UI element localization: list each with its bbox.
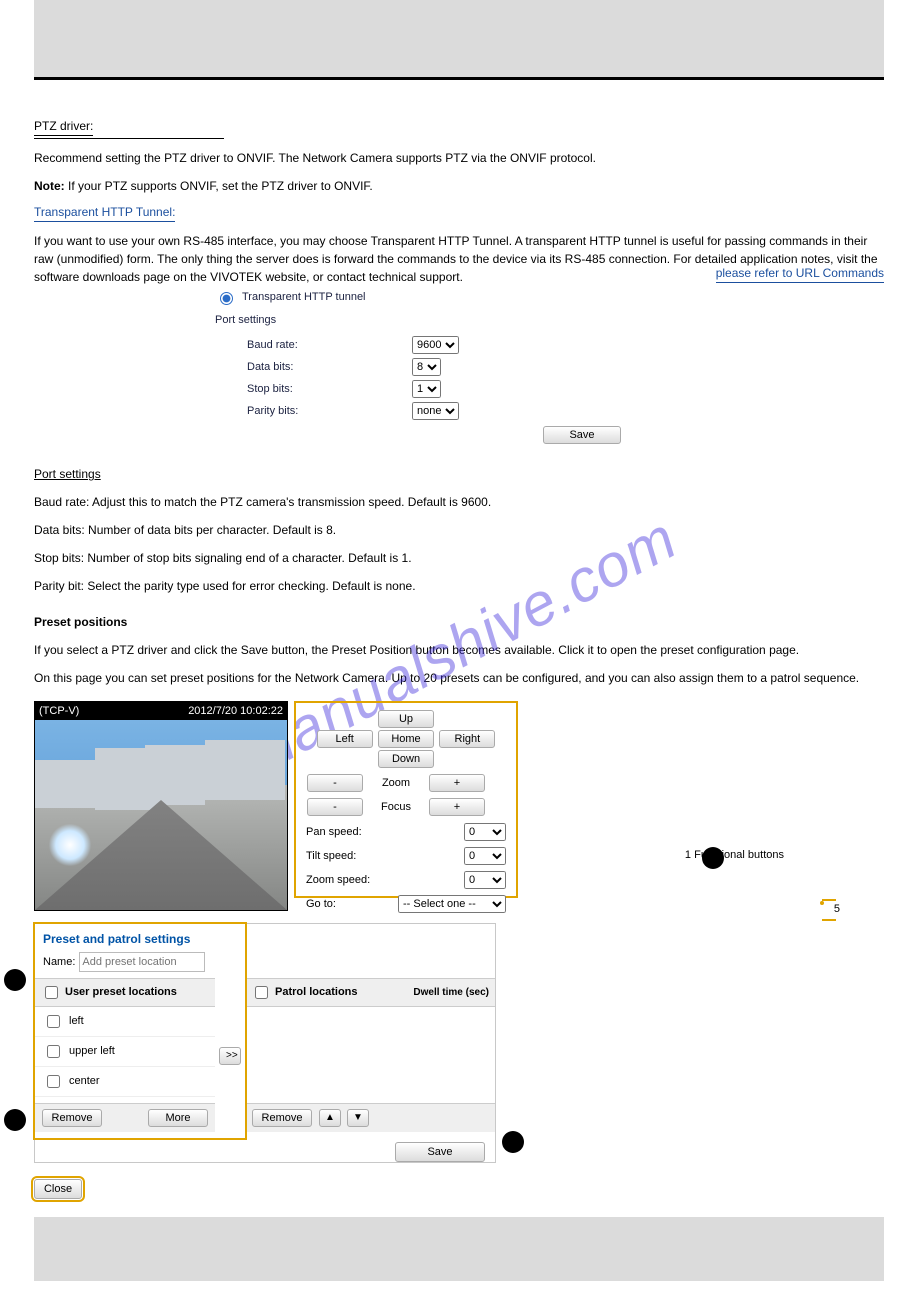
- transparent-tunnel-radio-label: Transparent HTTP tunnel: [242, 289, 366, 306]
- building-shape: [35, 760, 95, 808]
- stop-bits-select[interactable]: 1: [412, 380, 441, 398]
- divider: [34, 138, 224, 139]
- stop-bits-help: Stop bits: Number of stop bits signaling…: [34, 549, 884, 567]
- preset-name-label: Name:: [43, 954, 75, 971]
- preset-checkbox[interactable]: [47, 1015, 60, 1028]
- patrol-master-checkbox[interactable]: [255, 986, 268, 999]
- stop-bits-label: Stop bits:: [215, 381, 412, 398]
- section-ptz-driver: PTZ driver:: [34, 94, 884, 139]
- zoom-speed-label: Zoom speed:: [306, 872, 370, 889]
- remove-patrol-button[interactable]: Remove: [252, 1109, 312, 1127]
- parity-bits-select[interactable]: none: [412, 402, 459, 420]
- stream-mode-label: (TCP-V): [39, 703, 79, 720]
- transparent-tunnel-radio[interactable]: [220, 292, 233, 305]
- parity-bits-label: Parity bits:: [215, 403, 412, 420]
- left-button[interactable]: Left: [317, 730, 373, 748]
- url-commands-link[interactable]: please refer to URL Commands: [716, 264, 884, 283]
- user-preset-head: User preset locations: [65, 984, 177, 1001]
- header-grey-bar: [34, 0, 884, 80]
- callout-dot-3: [4, 1109, 26, 1131]
- tilt-speed-label: Tilt speed:: [306, 848, 356, 865]
- goto-select[interactable]: -- Select one --: [398, 895, 506, 913]
- building-shape: [145, 745, 205, 805]
- preset-item-label: upper left: [69, 1043, 115, 1060]
- live-preview: (TCP-V) 2012/7/20 10:02:22: [34, 701, 288, 911]
- baud-rate-select[interactable]: 9600: [412, 336, 459, 354]
- callout-dot-4: [502, 1131, 524, 1153]
- preset-item-label: center: [69, 1073, 100, 1090]
- ptz-driver-note: Note: If your PTZ supports ONVIF, set th…: [34, 177, 884, 195]
- zoom-out-button[interactable]: -: [307, 774, 363, 792]
- building-shape: [205, 740, 285, 800]
- preset-name-input[interactable]: [79, 952, 205, 972]
- preset-item-label: left: [69, 1013, 84, 1030]
- section-http-tunnel: Transparent HTTP Tunnel:: [34, 203, 884, 222]
- patrol-list: [245, 1007, 495, 1103]
- dwell-time-head: Dwell time (sec): [413, 985, 489, 1000]
- tilt-speed-select[interactable]: 0: [464, 847, 506, 865]
- remove-preset-button[interactable]: Remove: [42, 1109, 102, 1127]
- goto-label: Go to:: [306, 896, 336, 913]
- callout-text-1: 1 Functional buttons: [685, 847, 784, 864]
- transparent-tunnel-panel: Transparent HTTP tunnel Port settings Ba…: [34, 286, 584, 445]
- save-presets-button[interactable]: Save: [395, 1142, 485, 1162]
- move-down-button[interactable]: ▼: [347, 1109, 369, 1127]
- timestamp-label: 2012/7/20 10:02:22: [188, 703, 283, 720]
- direction-control-panel: Up Left Home Right Down - Zoom + - Focu: [294, 701, 518, 898]
- move-up-button[interactable]: ▲: [319, 1109, 341, 1127]
- baud-rate-label: Baud rate:: [215, 337, 412, 354]
- zoom-in-button[interactable]: +: [429, 774, 485, 792]
- preset-checkbox[interactable]: [47, 1045, 60, 1058]
- add-to-patrol-button[interactable]: >>: [219, 1047, 241, 1065]
- preset-intro-2: On this page you can set preset position…: [34, 669, 884, 687]
- down-button[interactable]: Down: [378, 750, 434, 768]
- callout-text-5: 5: [834, 901, 840, 918]
- preset-patrol-panel: Preset and patrol settings Name: User pr…: [34, 923, 496, 1163]
- note-prefix: Note:: [34, 179, 65, 193]
- data-bits-label: Data bits:: [215, 359, 412, 376]
- note-text: If your PTZ supports ONVIF, set the PTZ …: [65, 179, 373, 193]
- home-button[interactable]: Home: [378, 730, 434, 748]
- http-tunnel-title: Transparent HTTP Tunnel:: [34, 203, 175, 222]
- port-settings-heading: Port settings: [34, 465, 884, 483]
- more-preset-button[interactable]: More: [148, 1109, 208, 1127]
- preset-checkbox[interactable]: [47, 1075, 60, 1088]
- list-item: left: [35, 1007, 215, 1037]
- patrol-head: Patrol locations: [275, 984, 358, 1001]
- ptz-driver-desc: Recommend setting the PTZ driver to ONVI…: [34, 149, 884, 167]
- up-button[interactable]: Up: [378, 710, 434, 728]
- parity-bits-help: Parity bit: Select the parity type used …: [34, 577, 884, 595]
- http-tunnel-desc: If you want to use your own RS-485 inter…: [34, 232, 884, 286]
- user-preset-list: left upper left center lower left: [35, 1007, 215, 1103]
- close-button[interactable]: Close: [34, 1179, 82, 1199]
- pan-speed-label: Pan speed:: [306, 824, 362, 841]
- user-preset-master-checkbox[interactable]: [45, 986, 58, 999]
- preset-positions-heading: Preset positions: [34, 613, 884, 631]
- focus-far-button[interactable]: +: [429, 798, 485, 816]
- zoom-speed-select[interactable]: 0: [464, 871, 506, 889]
- zoom-label: Zoom: [368, 775, 424, 792]
- glare-shape: [45, 820, 95, 870]
- baud-rate-help: Baud rate: Adjust this to match the PTZ …: [34, 493, 884, 511]
- save-button[interactable]: Save: [543, 426, 621, 444]
- list-item: upper left: [35, 1037, 215, 1067]
- goto-highlight-dot: [820, 901, 824, 905]
- data-bits-select[interactable]: 8: [412, 358, 441, 376]
- preset-panel-title: Preset and patrol settings: [35, 924, 495, 952]
- pan-speed-select[interactable]: 0: [464, 823, 506, 841]
- preset-intro-1: If you select a PTZ driver and click the…: [34, 641, 884, 659]
- ptz-driver-title: PTZ driver:: [34, 117, 93, 136]
- port-settings-group: Port settings: [215, 312, 595, 329]
- focus-near-button[interactable]: -: [307, 798, 363, 816]
- data-bits-help: Data bits: Number of data bits per chara…: [34, 521, 884, 539]
- footer-grey-bar: [34, 1217, 884, 1281]
- right-button[interactable]: Right: [439, 730, 495, 748]
- focus-label: Focus: [368, 799, 424, 816]
- callout-dot-2: [4, 969, 26, 991]
- list-item: center: [35, 1067, 215, 1097]
